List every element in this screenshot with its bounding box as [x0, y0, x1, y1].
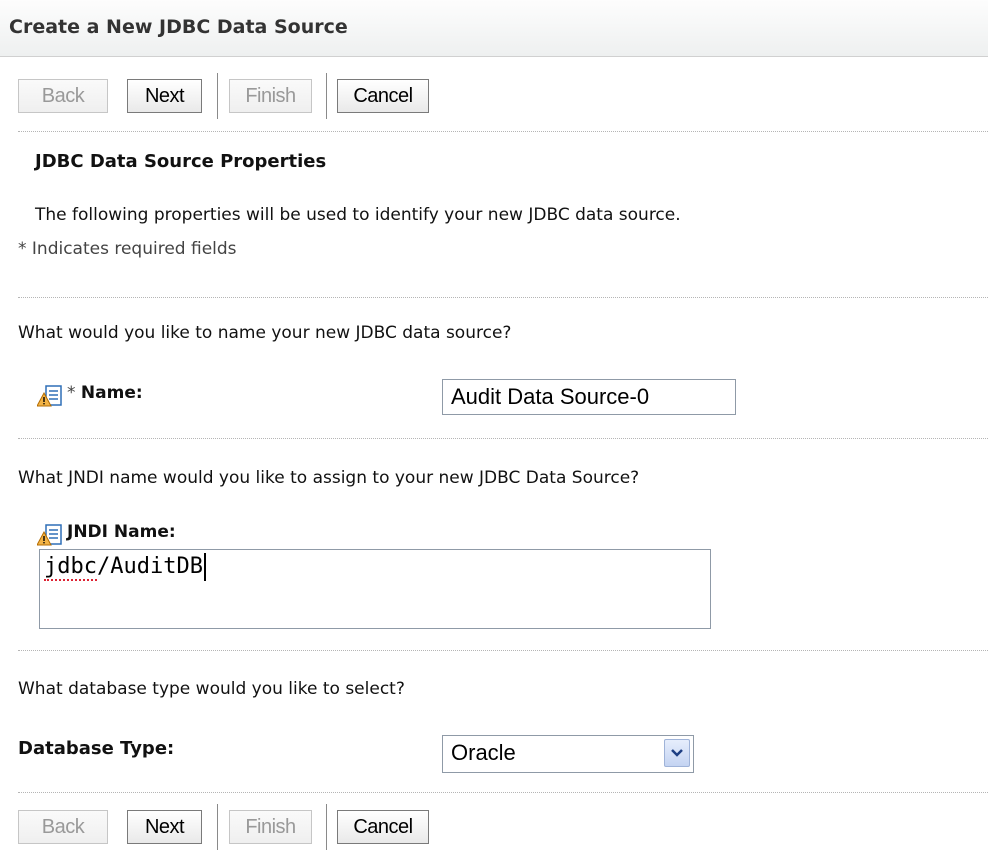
jndi-label: JNDI Name:	[67, 522, 176, 542]
button-separator	[217, 73, 218, 119]
divider	[18, 792, 988, 793]
name-label-text: Name:	[80, 383, 143, 403]
required-note: * Indicates required fields	[18, 239, 237, 259]
divider	[18, 650, 988, 651]
divider	[18, 131, 988, 132]
next-button[interactable]: Next	[127, 79, 202, 113]
next-button[interactable]: Next	[127, 810, 202, 844]
name-input[interactable]: Audit Data Source-0	[442, 379, 736, 415]
page-title: Create a New JDBC Data Source	[9, 16, 348, 38]
divider	[18, 297, 988, 298]
back-button[interactable]: Back	[18, 810, 108, 844]
jndi-value-prefix: jdbc	[44, 554, 97, 581]
db-type-question: What database type would you like to sel…	[18, 679, 405, 699]
jndi-value-suffix: /AuditDB	[96, 554, 203, 579]
jndi-name-textarea[interactable]: jdbc/AuditDB	[39, 549, 711, 629]
button-separator	[326, 73, 327, 119]
back-button[interactable]: Back	[18, 79, 108, 113]
button-separator	[217, 804, 218, 850]
db-type-selected: Oracle	[451, 740, 516, 765]
warning-form-icon[interactable]	[36, 524, 63, 546]
finish-button[interactable]: Finish	[229, 79, 312, 113]
divider	[18, 438, 988, 439]
cancel-button[interactable]: Cancel	[337, 810, 429, 844]
button-separator	[326, 804, 327, 850]
jdbc-wizard-page: Create a New JDBC Data Source Back Next …	[0, 0, 988, 850]
jndi-question: What JNDI name would you like to assign …	[18, 468, 640, 488]
section-description: The following properties will be used to…	[35, 205, 681, 225]
cancel-button[interactable]: Cancel	[337, 79, 429, 113]
name-label: * Name:	[67, 383, 143, 403]
database-type-select[interactable]: Oracle	[442, 735, 694, 773]
text-caret	[203, 553, 206, 581]
name-question: What would you like to name your new JDB…	[18, 323, 512, 343]
required-asterisk: *	[67, 383, 76, 403]
finish-button[interactable]: Finish	[229, 810, 312, 844]
chevron-down-icon[interactable]	[664, 739, 690, 767]
warning-form-icon[interactable]	[36, 385, 63, 407]
section-heading: JDBC Data Source Properties	[35, 151, 327, 172]
title-bar: Create a New JDBC Data Source	[0, 0, 988, 57]
db-type-label: Database Type:	[18, 738, 175, 759]
